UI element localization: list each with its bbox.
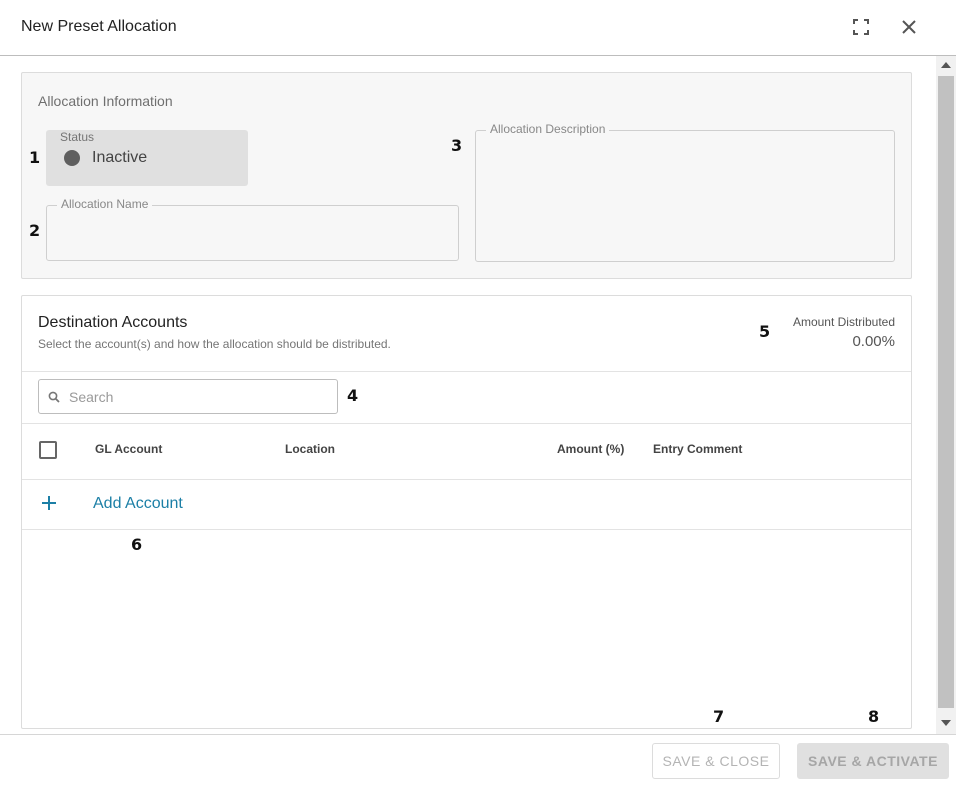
- column-header-amount[interactable]: Amount (%): [557, 442, 624, 456]
- annotation-marker: 7: [713, 707, 725, 726]
- add-account-label: Add Account: [93, 495, 183, 512]
- vertical-scrollbar[interactable]: [936, 56, 956, 734]
- status-label: Status: [60, 130, 95, 144]
- scroll-down-icon[interactable]: [941, 720, 951, 726]
- add-account-button[interactable]: Add Account: [22, 479, 911, 529]
- column-header-gl-account[interactable]: GL Account: [95, 442, 162, 456]
- annotation-marker: 8: [868, 707, 880, 726]
- dialog-header: New Preset Allocation: [0, 0, 956, 56]
- destination-accounts-card: Destination Accounts Select the account(…: [21, 295, 912, 729]
- status-field[interactable]: Status Inactive: [46, 130, 248, 186]
- status-value: Inactive: [92, 149, 148, 166]
- divider: [22, 529, 911, 530]
- status-dot-icon: [64, 150, 80, 166]
- allocation-information-card: Allocation Information Status Inactive A…: [21, 72, 912, 279]
- search-field[interactable]: [38, 379, 338, 414]
- plus-icon: [40, 494, 58, 517]
- amount-distributed-value: 0.00%: [852, 333, 895, 350]
- allocation-description-label: Allocation Description: [486, 122, 610, 136]
- close-icon[interactable]: [896, 14, 922, 40]
- annotation-marker: 2: [29, 221, 41, 240]
- dialog-title: New Preset Allocation: [21, 18, 177, 35]
- allocation-name-field[interactable]: Allocation Name: [46, 197, 459, 261]
- annotation-marker: 5: [759, 322, 771, 341]
- destination-accounts-title: Destination Accounts: [38, 314, 188, 331]
- allocation-name-label: Allocation Name: [57, 197, 153, 211]
- column-header-entry-comment[interactable]: Entry Comment: [653, 442, 742, 456]
- fullscreen-icon[interactable]: [848, 14, 874, 40]
- amount-distributed-label: Amount Distributed: [792, 315, 895, 329]
- column-header-location[interactable]: Location: [285, 442, 335, 456]
- search-input[interactable]: [67, 380, 332, 413]
- annotation-marker: 3: [451, 136, 463, 155]
- select-all-checkbox[interactable]: [39, 441, 57, 459]
- allocation-information-title: Allocation Information: [38, 93, 173, 109]
- scroll-up-icon[interactable]: [941, 62, 951, 68]
- dialog-footer: SAVE & CLOSE SAVE & ACTIVATE: [0, 734, 956, 786]
- dialog-body: Allocation Information Status Inactive A…: [0, 56, 936, 734]
- annotation-marker: 4: [347, 386, 359, 405]
- scrollbar-thumb[interactable]: [938, 76, 954, 708]
- annotation-marker: 1: [29, 148, 41, 167]
- destination-accounts-subtitle: Select the account(s) and how the alloca…: [38, 337, 391, 351]
- save-and-close-button[interactable]: SAVE & CLOSE: [652, 743, 780, 779]
- divider: [22, 371, 911, 372]
- divider: [22, 423, 911, 424]
- allocation-description-field[interactable]: Allocation Description: [475, 122, 895, 262]
- save-and-activate-button[interactable]: SAVE & ACTIVATE: [797, 743, 949, 779]
- search-icon: [48, 390, 60, 408]
- annotation-marker: 6: [131, 535, 143, 554]
